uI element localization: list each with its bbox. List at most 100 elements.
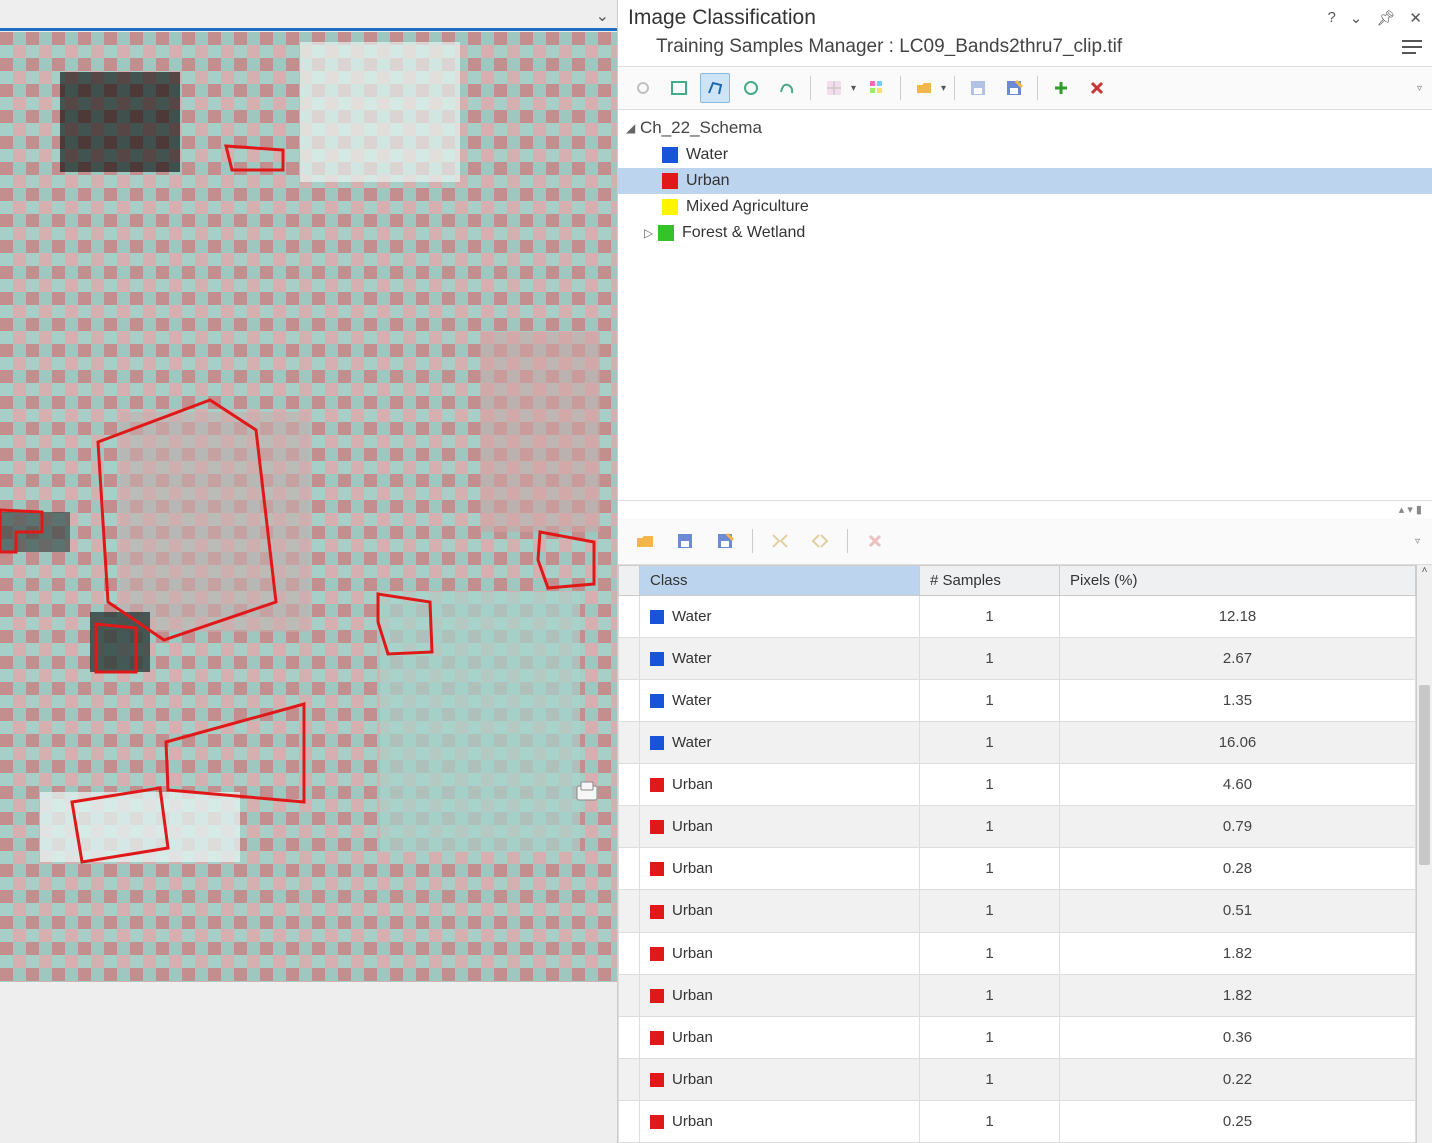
table-row[interactable]: Urban10.51	[619, 890, 1416, 932]
class-color-swatch	[650, 1115, 664, 1129]
schema-class-row[interactable]: Mixed Agriculture	[618, 194, 1432, 220]
map-canvas[interactable]	[0, 32, 617, 982]
schema-class-row[interactable]: ▷Forest & Wetland	[618, 220, 1432, 246]
row-handle[interactable]	[619, 932, 640, 974]
table-row[interactable]: Urban11.82	[619, 932, 1416, 974]
schema-tree[interactable]: ◢ Ch_22_Schema Water Urban Mixed Agricultu…	[618, 110, 1432, 500]
save-samples-edits-button[interactable]	[710, 526, 740, 556]
save-edits-button[interactable]	[999, 73, 1029, 103]
map-collapse-chevron-icon[interactable]: ⌄	[596, 6, 609, 26]
freehand-tool-button[interactable]	[772, 73, 802, 103]
row-handle[interactable]	[619, 806, 640, 848]
samples-toolbar-overflow-icon[interactable]: ▿	[1415, 536, 1420, 547]
cell-class: Urban	[640, 1100, 920, 1142]
row-handle[interactable]	[619, 1016, 640, 1058]
table-row[interactable]: Urban14.60	[619, 764, 1416, 806]
row-handle[interactable]	[619, 1058, 640, 1100]
table-row[interactable]: Urban10.36	[619, 1016, 1416, 1058]
row-handle[interactable]	[619, 764, 640, 806]
table-scrollbar[interactable]: ˄	[1416, 565, 1432, 1143]
row-handle[interactable]	[619, 890, 640, 932]
row-handle[interactable]	[619, 596, 640, 638]
splitter-handle-icon[interactable]: ▴ ▾ ▮	[1399, 503, 1422, 516]
close-icon[interactable]: ✕	[1409, 9, 1422, 27]
table-row[interactable]: Urban11.82	[619, 974, 1416, 1016]
table-row[interactable]: Water112.18	[619, 596, 1416, 638]
cell-pixels: 0.36	[1060, 1016, 1416, 1058]
column-header-class[interactable]: Class	[640, 566, 920, 596]
schema-name-label: Ch_22_Schema	[640, 118, 762, 138]
class-label: Water	[686, 146, 728, 164]
cell-pixels: 0.22	[1060, 1058, 1416, 1100]
segment-picker-dropdown-icon[interactable]: ▾	[851, 83, 856, 94]
row-handle[interactable]	[619, 638, 640, 680]
row-handle[interactable]	[619, 1100, 640, 1142]
schema-root-row[interactable]: ◢ Ch_22_Schema	[618, 114, 1432, 142]
column-header-samples[interactable]: # Samples	[920, 566, 1060, 596]
open-schema-button[interactable]	[909, 73, 939, 103]
class-color-swatch	[662, 199, 678, 215]
cell-pixels: 0.79	[1060, 806, 1416, 848]
table-row[interactable]: Urban10.25	[619, 1100, 1416, 1142]
cell-class: Urban	[640, 1058, 920, 1100]
cell-class: Water	[640, 638, 920, 680]
snapping-icon[interactable]	[575, 780, 599, 802]
polygon-tool-button[interactable]	[700, 73, 730, 103]
collapse-chevron-icon[interactable]: ⌄	[1350, 9, 1363, 27]
schema-options-button[interactable]	[862, 73, 892, 103]
cell-samples: 1	[920, 638, 1060, 680]
cell-samples: 1	[920, 1016, 1060, 1058]
panel-menu-icon[interactable]	[1402, 39, 1422, 55]
class-color-swatch	[658, 225, 674, 241]
schema-class-row[interactable]: Urban	[618, 168, 1432, 194]
collapse-arrow-icon[interactable]: ◢	[626, 121, 640, 135]
table-row[interactable]: Urban10.79	[619, 806, 1416, 848]
panel-header: Image Classification ? ⌄ 📌︎ ✕	[618, 0, 1432, 30]
class-color-swatch	[650, 1073, 664, 1087]
scroll-thumb[interactable]	[1419, 685, 1430, 865]
merge-samples-button	[765, 526, 795, 556]
cell-samples: 1	[920, 722, 1060, 764]
cell-class: Water	[640, 722, 920, 764]
table-row[interactable]: Urban10.28	[619, 848, 1416, 890]
table-row[interactable]: Water11.35	[619, 680, 1416, 722]
class-color-swatch	[662, 173, 678, 189]
circle-tool-button[interactable]	[736, 73, 766, 103]
remove-class-button[interactable]	[1082, 73, 1112, 103]
table-row[interactable]: Urban10.22	[619, 1058, 1416, 1100]
table-row[interactable]: Water12.67	[619, 638, 1416, 680]
cell-samples: 1	[920, 1100, 1060, 1142]
rectangle-tool-button[interactable]	[664, 73, 694, 103]
cell-pixels: 1.82	[1060, 974, 1416, 1016]
schema-class-row[interactable]: Water	[618, 142, 1432, 168]
class-color-swatch	[650, 820, 664, 834]
row-handle[interactable]	[619, 848, 640, 890]
class-label: Urban	[686, 172, 730, 190]
samples-table[interactable]: Class # Samples Pixels (%) Water112.18Wa…	[618, 565, 1416, 1143]
save-samples-button[interactable]	[670, 526, 700, 556]
load-samples-button[interactable]	[630, 526, 660, 556]
toolbar-overflow-icon[interactable]: ▿	[1417, 83, 1422, 94]
expand-arrow-icon[interactable]: ▷	[644, 226, 658, 240]
class-color-swatch	[662, 147, 678, 163]
cell-samples: 1	[920, 764, 1060, 806]
open-schema-dropdown-icon[interactable]: ▾	[941, 83, 946, 94]
cell-pixels: 0.25	[1060, 1100, 1416, 1142]
map-viewport[interactable]: ⌄	[0, 0, 617, 1143]
cell-pixels: 16.06	[1060, 722, 1416, 764]
table-row[interactable]: Water116.06	[619, 722, 1416, 764]
row-handle[interactable]	[619, 974, 640, 1016]
pin-icon[interactable]: 📌︎	[1376, 9, 1395, 27]
column-header-pixels[interactable]: Pixels (%)	[1060, 566, 1416, 596]
row-handle[interactable]	[619, 680, 640, 722]
cell-class: Urban	[640, 932, 920, 974]
cell-pixels: 4.60	[1060, 764, 1416, 806]
help-icon[interactable]: ?	[1327, 9, 1335, 27]
point-tool-button	[628, 73, 658, 103]
cell-class: Urban	[640, 1016, 920, 1058]
row-handle[interactable]	[619, 722, 640, 764]
add-class-button[interactable]	[1046, 73, 1076, 103]
samples-toolbar: ▿	[618, 518, 1432, 565]
scroll-up-icon[interactable]: ˄	[1417, 565, 1432, 581]
row-handle-header[interactable]	[619, 566, 640, 596]
